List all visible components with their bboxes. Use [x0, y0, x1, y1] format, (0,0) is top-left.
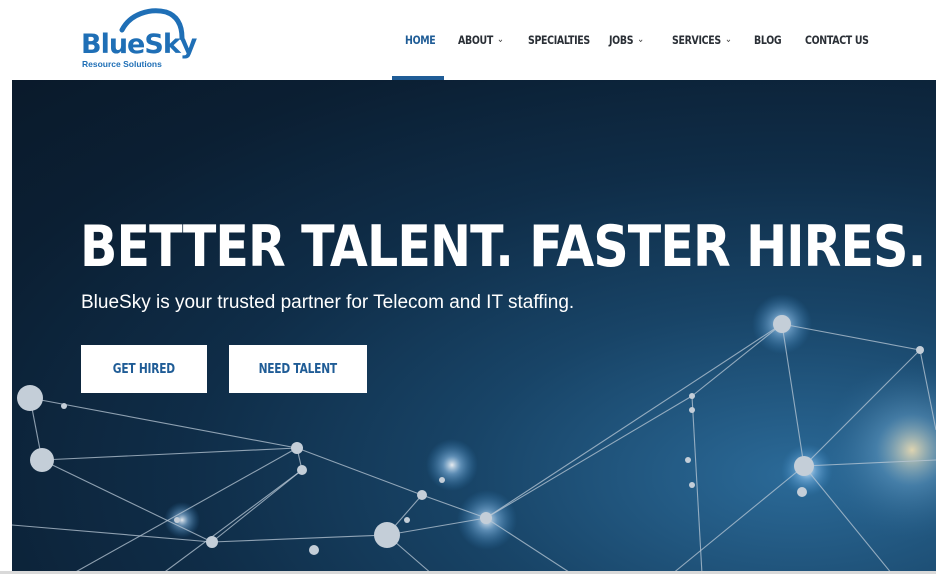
nav-item-label: BLOG	[754, 33, 782, 47]
nav-item-label: ABOUT	[458, 33, 493, 47]
get-hired-button[interactable]: GET HIRED	[81, 345, 207, 393]
nav-item-services[interactable]: SERVICES ⌄	[672, 0, 732, 80]
site-header: BlueSky Resource Solutions HOME ABOUT ⌄ …	[0, 0, 936, 80]
chevron-down-icon: ⌄	[637, 33, 644, 45]
nav-item-label: CONTACT US	[805, 33, 869, 47]
nav-item-label: HOME	[405, 33, 436, 47]
hero-headline: BETTER TALENT. FASTER HIRES.	[80, 214, 926, 280]
nav-item-blog[interactable]: BLOG	[754, 0, 782, 80]
main-navigation: HOME ABOUT ⌄ SPECIALTIES JOBS ⌄ SERVICES…	[0, 0, 936, 80]
nav-item-specialties[interactable]: SPECIALTIES	[528, 0, 590, 80]
nav-item-home[interactable]: HOME	[405, 0, 436, 80]
nav-item-jobs[interactable]: JOBS ⌄	[609, 0, 644, 80]
network-graphic	[12, 294, 936, 574]
nav-item-label: SPECIALTIES	[528, 33, 590, 47]
need-talent-button[interactable]: NEED TALENT	[229, 345, 367, 393]
hero-banner: BETTER TALENT. FASTER HIRES. BlueSky is …	[12, 80, 936, 574]
chevron-down-icon: ⌄	[724, 33, 732, 45]
nav-item-about[interactable]: ABOUT ⌄	[458, 0, 504, 80]
nav-item-label: SERVICES	[672, 33, 721, 47]
nav-item-label: JOBS	[609, 33, 634, 47]
chevron-down-icon: ⌄	[497, 33, 504, 45]
hero-subheadline: BlueSky is your trusted partner for Tele…	[81, 292, 575, 313]
get-hired-button-label: GET HIRED	[112, 361, 176, 377]
need-talent-button-label: NEED TALENT	[258, 361, 338, 377]
nav-item-contact-us[interactable]: CONTACT US	[805, 0, 869, 80]
